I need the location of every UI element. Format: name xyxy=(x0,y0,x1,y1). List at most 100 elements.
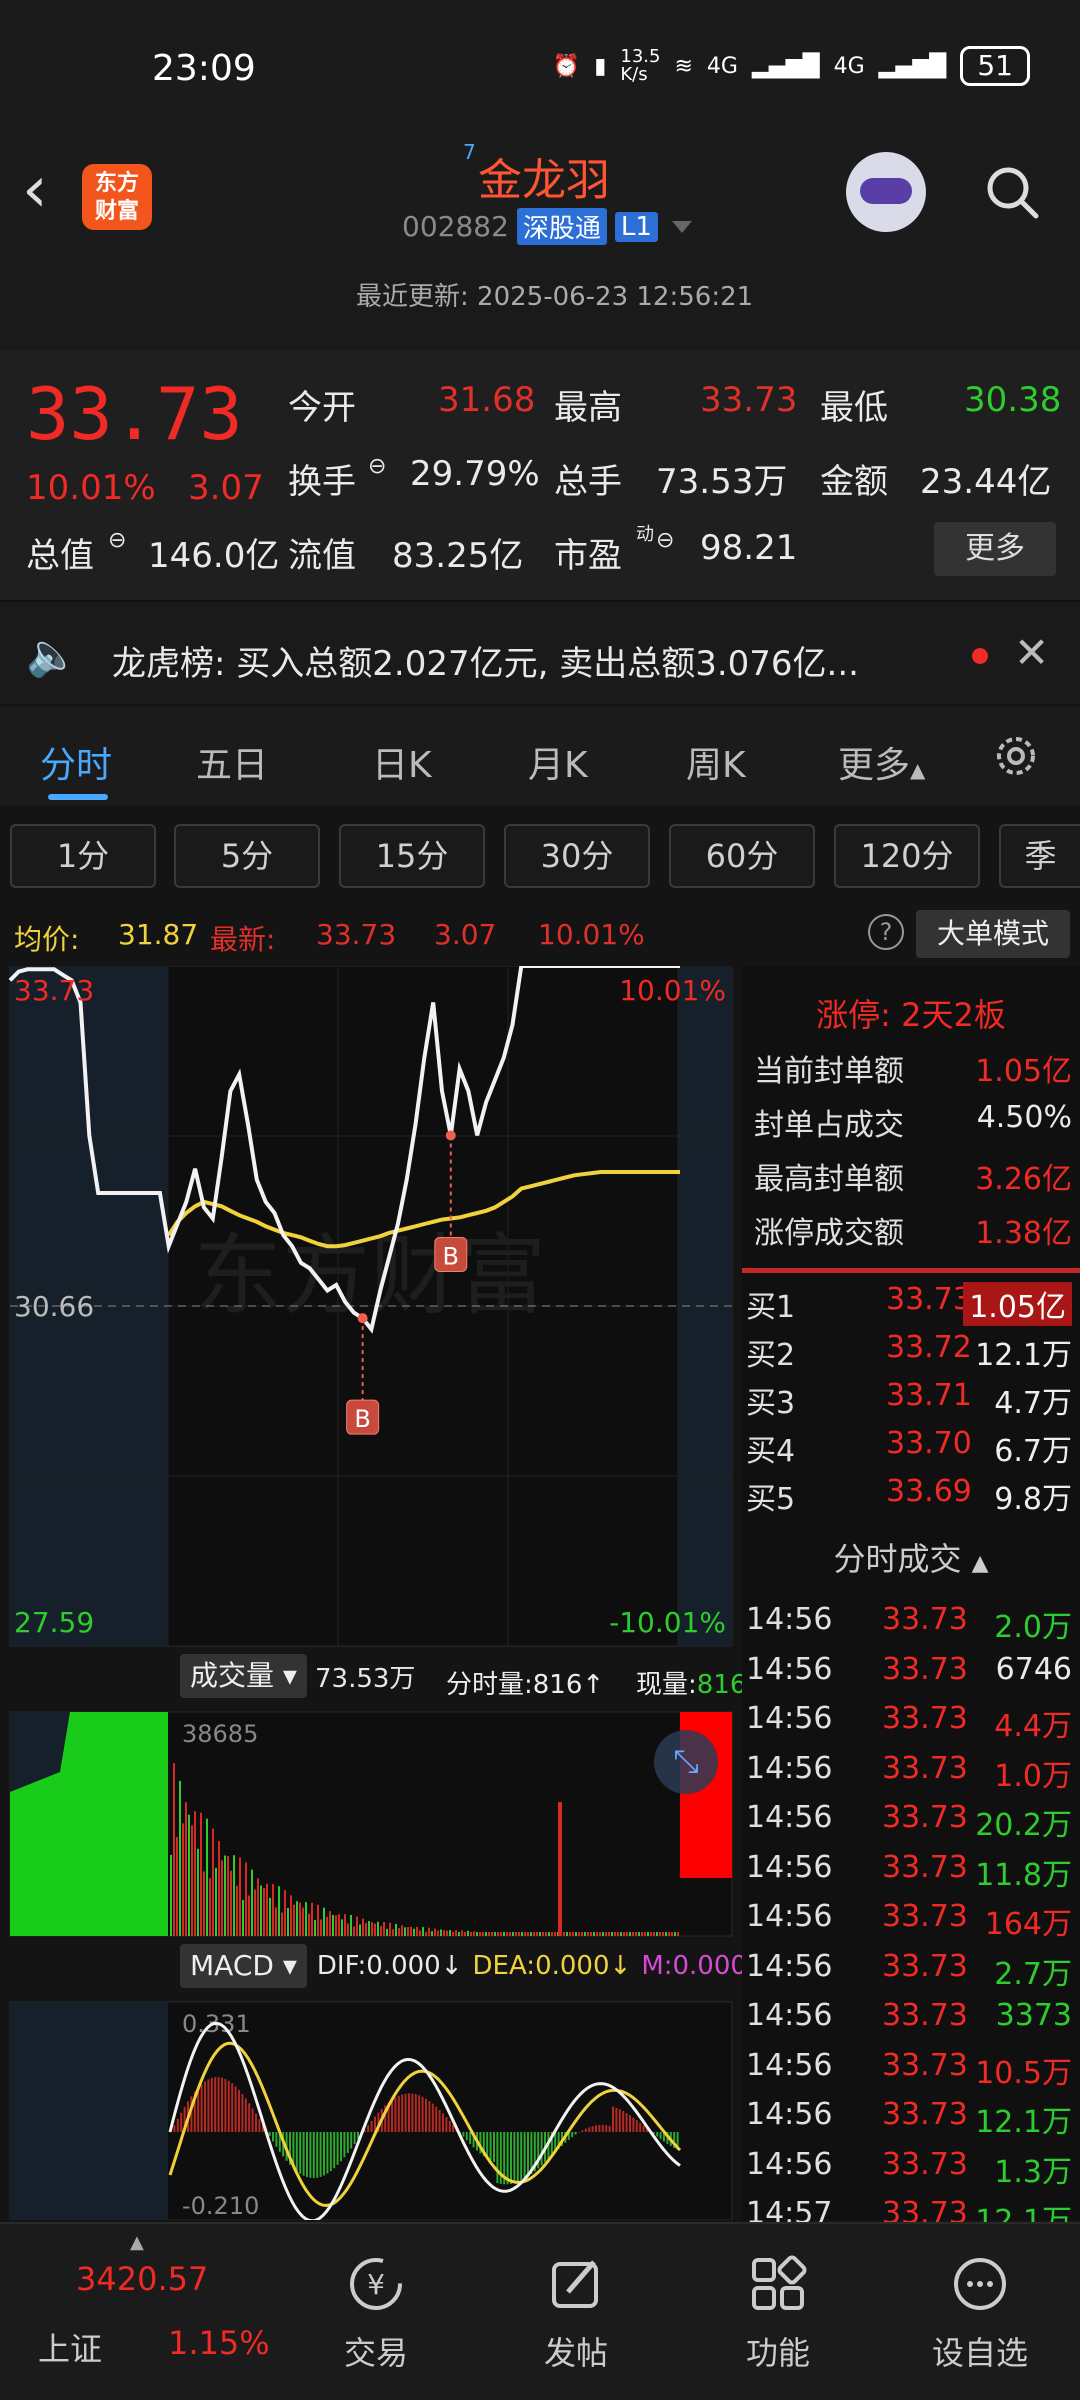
order-book-row[interactable]: 买3 33.71 4.7万 xyxy=(742,1372,1080,1421)
order-book-price: 33.69 xyxy=(886,1474,972,1509)
tab-daily-k[interactable]: 日K xyxy=(372,736,432,788)
volume-bar xyxy=(350,1914,352,1936)
pe-superscript: 动 xyxy=(636,524,654,545)
macd-bar xyxy=(540,2132,543,2166)
index-value[interactable]: 3420.57 xyxy=(76,2260,208,2298)
tab-monthly-k[interactable]: 月K xyxy=(528,736,588,788)
volume-bar xyxy=(488,1932,490,1936)
volume-bar xyxy=(194,1811,196,1936)
volume-bar xyxy=(617,1932,619,1936)
close-icon[interactable]: ✕ xyxy=(1014,628,1049,677)
order-book-row[interactable]: 买2 33.72 12.1万 xyxy=(742,1324,1080,1373)
volume-bar xyxy=(206,1818,208,1936)
nav-add-watchlist[interactable]: 设自选 xyxy=(910,2328,1050,2374)
eastmoney-logo[interactable]: 东方 财富 xyxy=(82,164,152,230)
limit-up-title: 涨停: 2天2板 xyxy=(816,996,1006,1034)
buy-point-label: B xyxy=(443,1242,459,1270)
low-value: 30.38 xyxy=(964,380,1062,420)
nav-post[interactable]: 发帖 xyxy=(506,2328,646,2374)
volume-bar xyxy=(563,1932,565,1936)
trade-icon[interactable]: ¥ xyxy=(346,2254,406,2314)
intraday-chart[interactable]: 东方财富BB33.73 10.01%30.6627.59 -10.01%38685⤡… xyxy=(0,966,740,2220)
volume-bar xyxy=(464,1932,466,1936)
volume-bar xyxy=(590,1932,592,1936)
stock-code-row[interactable]: 002882 深股通 L1 xyxy=(402,208,692,245)
open-label: 今开 xyxy=(288,388,356,428)
trade-row: 14:56 33.73 10.5万 xyxy=(742,2044,1080,2091)
intraday-chart-area[interactable]: 东方财富 B B 33.73 10.01% 30.66 27.59 -10.01% 38685 ⤡… xyxy=(0,966,740,2220)
macd-bar xyxy=(622,2111,625,2132)
robot-assistant-icon[interactable] xyxy=(846,152,926,232)
macd-bar xyxy=(506,2132,509,2185)
order-book-price: 33.72 xyxy=(886,1330,972,1365)
nav-trade[interactable]: 交易 xyxy=(306,2328,446,2374)
tab-intraday[interactable]: 分时 xyxy=(40,736,112,788)
trades-title-label: 分时成交 xyxy=(833,1540,962,1578)
chevron-down-icon[interactable] xyxy=(671,220,692,233)
macd-bar xyxy=(618,2109,621,2132)
macd-bar xyxy=(353,2132,356,2144)
macd-bar xyxy=(656,2132,659,2137)
volume-bar xyxy=(182,1823,184,1936)
index-name[interactable]: 上证 xyxy=(38,2324,102,2370)
trade-time: 14:56 xyxy=(746,2146,833,2182)
volume-indicator-dropdown[interactable]: 成交量 ▾ xyxy=(180,1654,307,1698)
trades-title[interactable]: 分时成交 ▲ xyxy=(742,1534,1080,1580)
macd-indicator-dropdown[interactable]: MACD ▾ xyxy=(180,1944,307,1988)
volume-bar xyxy=(401,1925,403,1936)
macd-bar xyxy=(397,2095,400,2132)
volume-bar xyxy=(671,1932,673,1936)
period-15min[interactable]: 15分 xyxy=(339,824,485,888)
macd-bar xyxy=(598,2124,601,2132)
notice-bar[interactable]: 🔈 龙虎榜: 买入总额2.027亿元, 卖出总额3.076亿... ✕ xyxy=(0,600,1080,704)
notice-text[interactable]: 龙虎榜: 买入总额2.027亿元, 卖出总额3.076亿... xyxy=(112,636,859,685)
macd-bar xyxy=(221,2077,223,2132)
trade-row: 14:56 33.73 3373 xyxy=(742,1994,1080,2040)
info-icon[interactable]: ⊖ xyxy=(108,528,126,553)
volume-bar xyxy=(482,1932,484,1936)
y-bottom-pct: -10.01% xyxy=(609,1606,726,1639)
trade-time: 14:56 xyxy=(746,1899,833,1934)
status-bar: 23:09 ⏰ ▮ 13.5 K/s ≋ 4G ▂▄▆█ 4G ▂▄▆█ 51 xyxy=(0,0,1080,130)
volume-bar xyxy=(512,1932,514,1936)
macd-bar xyxy=(629,2115,631,2132)
latest-label: 最新: xyxy=(210,923,276,956)
volume-bar xyxy=(170,1855,172,1936)
order-book-row[interactable]: 买5 33.69 9.8万 xyxy=(742,1468,1080,1517)
big-order-mode-button[interactable]: 大单模式 xyxy=(916,910,1070,958)
order-book-row[interactable]: 买4 33.70 6.7万 xyxy=(742,1420,1080,1469)
post-icon[interactable] xyxy=(546,2254,606,2314)
gear-icon[interactable] xyxy=(990,730,1042,782)
info-icon[interactable]: ⊖ xyxy=(656,528,674,553)
help-icon[interactable]: ? xyxy=(868,914,904,950)
tab-weekly-k[interactable]: 周K xyxy=(686,736,746,788)
period-5min[interactable]: 5分 xyxy=(174,824,320,888)
functions-icon[interactable] xyxy=(748,2254,808,2314)
macd-bar xyxy=(316,2132,319,2178)
period-120min[interactable]: 120分 xyxy=(834,824,980,888)
y-mid-price: 30.66 xyxy=(14,1290,94,1323)
search-icon[interactable] xyxy=(984,164,1040,220)
order-book-price: 33.70 xyxy=(886,1426,972,1461)
volume-bar xyxy=(254,1889,256,1936)
tab-five-day[interactable]: 五日 xyxy=(196,736,268,788)
tab-more-label: 更多 xyxy=(838,745,911,786)
more-button[interactable]: 更多 xyxy=(934,522,1056,576)
order-book-row[interactable]: 买1 33.73 1.05亿 xyxy=(742,1276,1080,1326)
nav-functions[interactable]: 功能 xyxy=(708,2328,848,2374)
period-quarter[interactable]: 季 xyxy=(999,824,1080,888)
period-60min[interactable]: 60分 xyxy=(669,824,815,888)
tab-more[interactable]: 更多▲ xyxy=(838,736,925,788)
macd-bar xyxy=(601,2124,604,2132)
watchlist-icon[interactable] xyxy=(950,2254,1010,2314)
order-book-price: 33.71 xyxy=(886,1378,972,1413)
back-icon[interactable]: ‹ xyxy=(22,158,72,230)
volume-bar xyxy=(476,1932,478,1936)
tab-underline xyxy=(48,794,108,800)
index-pct[interactable]: 1.15% xyxy=(168,2324,270,2362)
order-book-qty: 9.8万 xyxy=(994,1482,1072,1517)
info-icon[interactable]: ⊖ xyxy=(368,454,386,479)
volume-bar xyxy=(341,1919,343,1936)
period-30min[interactable]: 30分 xyxy=(504,824,650,888)
period-1min[interactable]: 1分 xyxy=(10,824,156,888)
